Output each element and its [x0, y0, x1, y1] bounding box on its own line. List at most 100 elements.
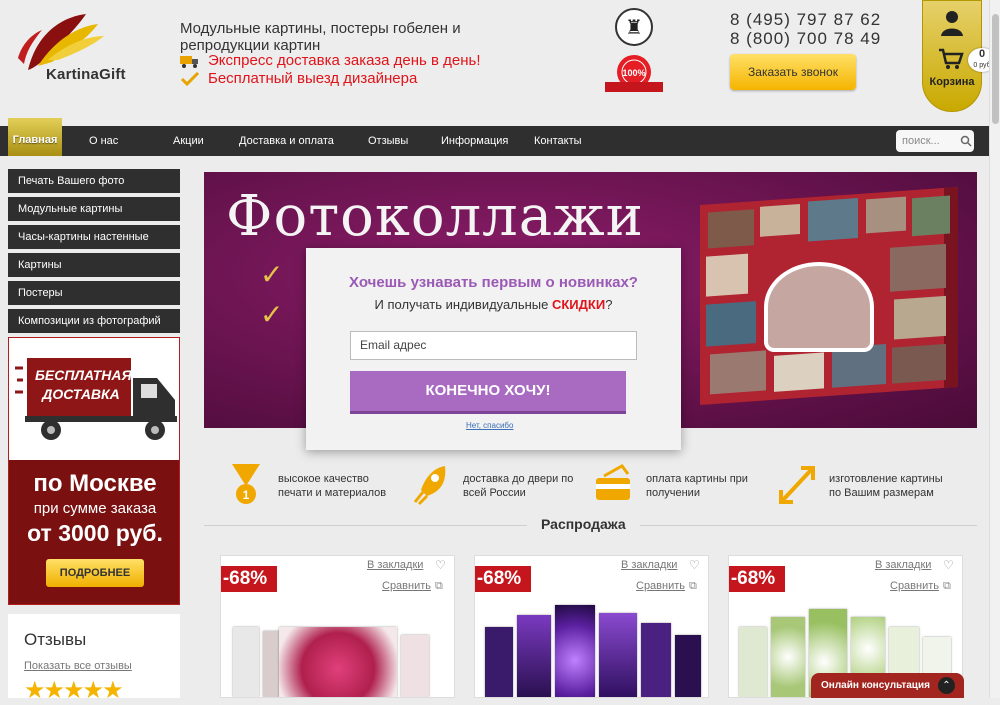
product-image	[739, 627, 767, 697]
page-scrollbar[interactable]	[989, 0, 1000, 698]
product-image	[641, 623, 671, 697]
bookmark-link[interactable]: В закладки	[367, 559, 423, 571]
truck-icon	[180, 55, 198, 68]
feature-quality: 1 высокое качество печати и материалов	[226, 458, 406, 512]
heart-icon[interactable]: ♡	[689, 558, 700, 572]
discount-badge: -68%	[475, 566, 531, 592]
product-card[interactable]: -68% В закладки ♡ Сравнить ⧉	[220, 555, 455, 698]
bookmark-link[interactable]: В закладки	[621, 559, 677, 571]
scrollbar-thumb[interactable]	[992, 14, 999, 124]
delivery-more-button[interactable]: ПОДРОБНЕЕ	[46, 559, 144, 587]
feature-text: изготовление картины по Вашим размерам	[829, 472, 964, 500]
sidebar-item-paintings[interactable]: Картины	[8, 253, 180, 277]
cart-label[interactable]: Корзина	[925, 76, 979, 88]
heart-photo-frame	[764, 262, 874, 352]
discount-badge: -68%	[221, 566, 277, 592]
discount-badge: -68%	[729, 566, 785, 592]
free-designer-text: Бесплатный выезд дизайнера	[208, 70, 418, 87]
feature-line: печати и материалов	[278, 487, 387, 499]
delivery-amount: от 3000 руб.	[27, 520, 163, 546]
callback-button[interactable]: Заказать звонок	[730, 54, 856, 90]
phone-moscow[interactable]: 8 (495) 797 87 62	[730, 10, 881, 30]
express-delivery-promo: Экспресс доставка заказа день в день!	[180, 52, 481, 69]
feature-custom-size: изготовление картины по Вашим размерам	[777, 458, 967, 512]
product-image	[401, 635, 429, 697]
product-image	[675, 635, 701, 697]
all-reviews-link[interactable]: Показать все отзывы	[24, 660, 132, 672]
decline-link[interactable]: Нет, спасибо	[466, 421, 513, 430]
feature-line: по Вашим размерам	[829, 487, 934, 499]
feature-line: оплата картины при	[646, 473, 748, 485]
delivery-truck-area: БЕСПЛАТНАЯ ДОСТАВКА	[9, 338, 179, 460]
subscribe-modal: Хочешь узнавать первым о новинках? И пол…	[306, 248, 681, 450]
checkmark-icon	[180, 71, 200, 86]
modal-sub-end: ?	[605, 297, 613, 312]
feature-delivery: доставка до двери по всей России	[411, 458, 591, 512]
product-image	[279, 627, 397, 697]
product-card[interactable]: -68% В закладки ♡ Сравнить ⧉	[474, 555, 709, 698]
nav-item-about[interactable]: О нас	[89, 126, 118, 156]
heart-icon[interactable]: ♡	[435, 558, 446, 572]
free-designer-promo: Бесплатный выезд дизайнера	[180, 70, 417, 87]
banner-title: Фотоколлажи	[226, 184, 644, 249]
free-delivery-title: БЕСПЛАТНАЯ ДОСТАВКА	[35, 367, 132, 402]
feature-line: высокое качество	[278, 473, 369, 485]
compare-link[interactable]: Сравнить	[382, 580, 431, 592]
compare-icon[interactable]: ⧉	[943, 580, 951, 593]
bookmark-link[interactable]: В закладки	[875, 559, 931, 571]
nav-item-promotions[interactable]: Акции	[173, 126, 204, 156]
user-icon[interactable]	[940, 10, 964, 36]
product-image	[517, 615, 551, 697]
subscribe-button[interactable]: КОНЕЧНО ХОЧУ!	[350, 371, 626, 414]
sidebar-item-compositions[interactable]: Композиции из фотографий	[8, 309, 180, 333]
check-icon: ✓	[260, 259, 284, 290]
express-delivery-text: Экспресс доставка заказа день в день!	[208, 52, 481, 69]
compare-icon[interactable]: ⧉	[689, 580, 697, 593]
feature-line: всей России	[463, 487, 526, 499]
delivery-condition: при сумме заказа	[33, 500, 157, 517]
feature-text: оплата картины при получении	[646, 472, 771, 500]
reviews-widget: Отзывы Показать все отзывы ★★★★★	[8, 614, 180, 704]
nav-item-info[interactable]: Информация	[441, 126, 508, 156]
nav-item-delivery[interactable]: Доставка и оплата	[239, 126, 334, 156]
reviews-title: Отзывы	[24, 630, 87, 649]
compare-icon[interactable]: ⧉	[435, 580, 443, 593]
modal-sub-highlight: СКИДКИ	[551, 297, 606, 312]
product-image	[485, 627, 513, 697]
compare-link[interactable]: Сравнить	[890, 580, 939, 592]
compare-link[interactable]: Сравнить	[636, 580, 685, 592]
sidebar-item-modular[interactable]: Модульные картины	[8, 197, 180, 221]
modal-sub-text: И получать индивидуальные	[374, 297, 552, 312]
search-icon[interactable]	[960, 135, 972, 147]
svg-text:1: 1	[243, 488, 250, 502]
nav-item-home[interactable]: Главная	[8, 118, 62, 156]
modal-question: Хочешь узнавать первым о новинках?	[349, 274, 638, 291]
medal-icon: 1	[232, 464, 260, 504]
free-delivery-banner[interactable]: БЕСПЛАТНАЯ ДОСТАВКА по Москве при сумме …	[8, 337, 180, 605]
heart-icon[interactable]: ♡	[943, 558, 954, 572]
feature-line: изготовление картины	[829, 473, 943, 485]
email-field[interactable]: Email адрес	[350, 331, 637, 360]
quality-seal-text: 100%	[622, 68, 645, 78]
product-image	[771, 617, 805, 697]
logo-text[interactable]: KartinaGift	[46, 66, 126, 83]
sidebar-item-posters[interactable]: Постеры	[8, 281, 180, 305]
sale-section-title: Распродажа	[527, 516, 640, 532]
resize-arrows-icon	[779, 466, 815, 504]
feature-text: высокое качество печати и материалов	[278, 472, 403, 500]
check-icon: ✓	[260, 299, 284, 330]
rocket-icon	[413, 466, 446, 506]
nav-item-reviews[interactable]: Отзывы	[368, 126, 408, 156]
nav-item-contacts[interactable]: Контакты	[534, 126, 582, 156]
phone-tollfree[interactable]: 8 (800) 700 78 49	[730, 29, 881, 49]
cart-icon[interactable]	[938, 48, 964, 70]
feature-line: получении	[646, 487, 700, 499]
rating-stars: ★★★★★	[24, 677, 124, 704]
quality-seal-icon: 100%	[605, 55, 663, 92]
modal-subtitle: И получать индивидуальные СКИДКИ?	[306, 297, 681, 312]
sidebar-item-clocks[interactable]: Часы-картины настенные	[8, 225, 180, 249]
chevron-up-icon[interactable]: ⌃	[938, 677, 955, 694]
sidebar-item-photo-print[interactable]: Печать Вашего фото	[8, 169, 180, 193]
product-image	[599, 613, 637, 697]
eiffel-tower-icon: ♜	[615, 8, 653, 46]
